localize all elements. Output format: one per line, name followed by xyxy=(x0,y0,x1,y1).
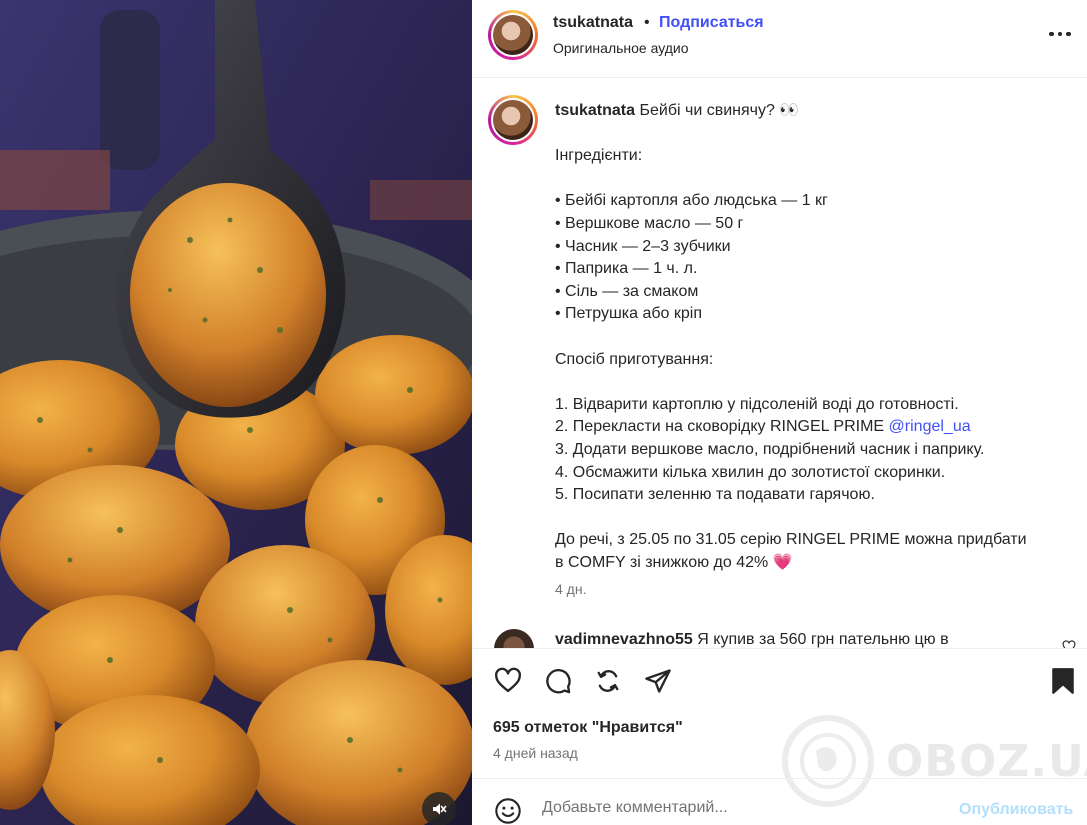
commenter-username[interactable]: vadimnevazhno55 xyxy=(555,631,693,648)
like-heart-icon[interactable] xyxy=(493,667,523,695)
more-options-icon[interactable] xyxy=(1049,26,1075,42)
commenter-avatar[interactable] xyxy=(494,629,534,648)
caption-mention-link[interactable]: @ringel_ua xyxy=(889,418,971,435)
comment-bubble-icon[interactable] xyxy=(543,667,573,695)
publish-comment-button[interactable]: Опубликовать xyxy=(959,801,1073,819)
post-image xyxy=(0,0,472,825)
caption-text-part2: 3. Додати вершкове масло, подрібнений ча… xyxy=(555,440,1027,571)
post-caption: tsukatnata Бейбі чи свинячу? 👀 Інгредієн… xyxy=(555,100,1065,574)
save-bookmark-icon[interactable] xyxy=(1050,667,1076,695)
caption-text-part1: Бейбі чи свинячу? 👀 Інгредієнти: • Бейбі… xyxy=(555,102,959,436)
comments-section[interactable]: tsukatnata Бейбі чи свинячу? 👀 Інгредієн… xyxy=(472,78,1087,648)
caption-timestamp[interactable]: 4 дн. xyxy=(555,581,586,597)
speaker-muted-icon xyxy=(433,803,447,815)
post-media[interactable] xyxy=(0,0,472,825)
caption-username[interactable]: tsukatnata xyxy=(555,102,635,119)
comment-input[interactable] xyxy=(542,799,942,817)
caption-author-avatar[interactable] xyxy=(488,95,538,145)
comment-item: vadimnevazhno55 Я купив за 560 грн пател… xyxy=(555,631,949,648)
comment-text: Я купив за 560 грн пательню цю в xyxy=(692,631,949,648)
post-panel: tsukatnata • Подписаться Оригинальное ау… xyxy=(472,0,1087,825)
post-header: tsukatnata • Подписаться Оригинальное ау… xyxy=(472,0,1087,78)
author-username[interactable]: tsukatnata xyxy=(553,14,633,32)
mute-button[interactable] xyxy=(422,792,456,825)
comment-form: Опубликовать xyxy=(472,778,1087,825)
emoji-icon[interactable] xyxy=(494,797,522,825)
repost-icon[interactable] xyxy=(593,667,623,695)
follow-button[interactable]: Подписаться xyxy=(659,14,764,32)
post-date[interactable]: 4 дней назад xyxy=(493,745,578,761)
likes-count[interactable]: 695 отметок "Нравится" xyxy=(493,719,683,737)
audio-label[interactable]: Оригинальное аудио xyxy=(553,40,689,56)
share-send-icon[interactable] xyxy=(643,667,673,695)
comment-like-heart-icon[interactable] xyxy=(1062,640,1076,648)
post-actions: 695 отметок "Нравится" 4 дней назад xyxy=(472,648,1087,778)
author-avatar[interactable] xyxy=(488,10,538,60)
separator-dot: • xyxy=(644,14,650,31)
